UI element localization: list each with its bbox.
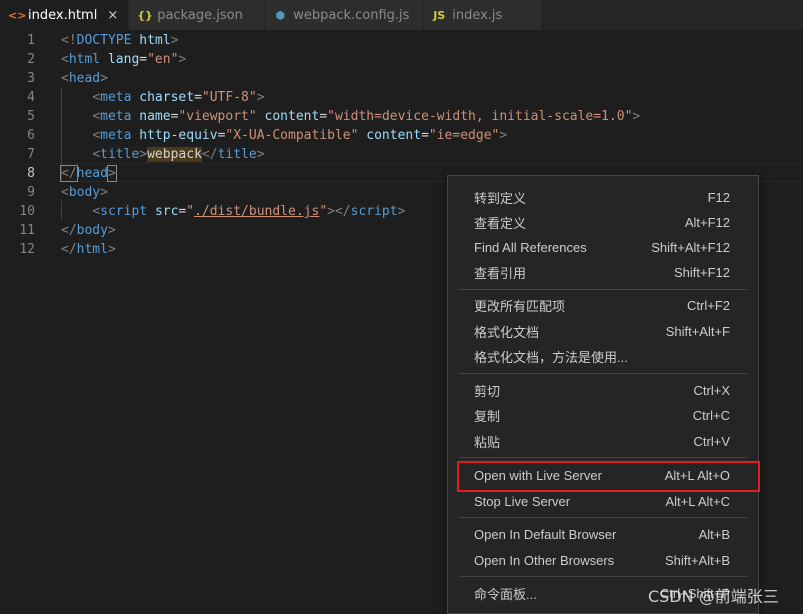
code-text[interactable]: <head> — [61, 69, 108, 88]
tab-label: index.html — [28, 7, 98, 23]
line-number: 7 — [27, 147, 35, 162]
code-text[interactable]: </head> — [60, 164, 117, 183]
code-text[interactable]: </html> — [61, 240, 116, 259]
close-icon[interactable]: × — [107, 8, 118, 23]
line-number: 9 — [27, 185, 35, 200]
html-file-icon: <> — [8, 8, 27, 22]
code-line: 2 <html lang="en"> — [0, 50, 803, 69]
code-text[interactable]: <script src="./dist/bundle.js"></script> — [61, 202, 405, 221]
tab-index-js[interactable]: JS index.js — [424, 0, 543, 30]
code-line: 1 <!DOCTYPE html> — [0, 31, 803, 50]
webpack-file-icon: ⬢ — [275, 8, 286, 22]
line-number: 5 — [27, 109, 35, 124]
tab-webpack-config[interactable]: ⬢ webpack.config.js — [265, 0, 425, 30]
menu-item-cut[interactable]: 剪切 Ctrl+X — [448, 378, 758, 402]
menu-separator — [459, 373, 747, 374]
code-text[interactable]: <meta charset="UTF-8"> — [61, 88, 264, 107]
code-text[interactable]: <meta http-equiv="X-UA-Compatible" conte… — [61, 126, 507, 145]
json-file-icon: {} — [137, 8, 153, 22]
code-line: 6 <meta http-equiv="X-UA-Compatible" con… — [0, 126, 803, 145]
menu-item-peek-definition[interactable]: 查看定义 Alt+F12 — [448, 210, 758, 234]
line-number: 2 — [27, 52, 35, 67]
menu-item-open-default-browser[interactable]: Open In Default Browser Alt+B — [448, 522, 758, 546]
menu-separator — [459, 517, 747, 518]
tab-label: package.json — [157, 7, 243, 23]
code-line: 3 <head> — [0, 69, 803, 88]
line-number: 12 — [19, 242, 35, 257]
code-line: 5 <meta name="viewport" content="width=d… — [0, 107, 803, 126]
line-number: 6 — [27, 128, 35, 143]
menu-separator — [459, 457, 747, 458]
menu-separator — [459, 289, 747, 290]
menu-item-copy[interactable]: 复制 Ctrl+C — [448, 403, 758, 427]
watermark: CSDN @前端张三 — [648, 587, 779, 606]
tab-package-json[interactable]: {} package.json — [129, 0, 266, 30]
line-number: 1 — [27, 33, 35, 48]
js-file-icon: JS — [433, 8, 446, 22]
code-text[interactable]: <!DOCTYPE html> — [61, 31, 178, 50]
code-text[interactable]: <html lang="en"> — [61, 50, 186, 69]
editor-tab-bar: <> index.html × {} package.json ⬢ webpac… — [0, 0, 803, 30]
menu-item-format-document-with[interactable]: 格式化文档，方法是使用... — [448, 344, 758, 368]
menu-item-change-all-occurrences[interactable]: 更改所有匹配项 Ctrl+F2 — [448, 293, 758, 317]
file-link[interactable]: ./dist/bundle.js — [194, 204, 319, 219]
menu-item-open-other-browsers[interactable]: Open In Other Browsers Shift+Alt+B — [448, 548, 758, 572]
code-line: 4 <meta charset="UTF-8"> — [0, 88, 803, 107]
line-number: 10 — [19, 204, 35, 219]
line-number: 11 — [19, 223, 35, 238]
code-line: 7 <title>webpack</title> — [0, 145, 803, 164]
menu-item-stop-live-server[interactable]: Stop Live Server Alt+L Alt+C — [448, 489, 758, 513]
line-number: 4 — [27, 90, 35, 105]
code-text[interactable]: <meta name="viewport" content="width=dev… — [61, 107, 640, 126]
menu-item-paste[interactable]: 粘贴 Ctrl+V — [448, 429, 758, 453]
menu-item-format-document[interactable]: 格式化文档 Shift+Alt+F — [448, 319, 758, 343]
code-text[interactable]: <title>webpack</title> — [61, 145, 265, 164]
menu-item-peek-references[interactable]: 查看引用 Shift+F12 — [448, 260, 758, 284]
menu-separator — [459, 576, 747, 577]
tab-label: webpack.config.js — [293, 7, 410, 23]
menu-item-find-all-references[interactable]: Find All References Shift+Alt+F12 — [448, 235, 758, 259]
line-number: 3 — [27, 71, 35, 86]
line-number: 8 — [27, 166, 35, 181]
tab-index-html[interactable]: <> index.html × — [0, 0, 130, 30]
menu-item-open-with-live-server[interactable]: Open with Live Server Alt+L Alt+O — [448, 463, 758, 487]
context-menu: 转到定义 F12 查看定义 Alt+F12 Find All References S… — [447, 175, 760, 614]
code-text[interactable]: <body> — [61, 183, 108, 202]
code-text[interactable]: </body> — [61, 221, 116, 240]
tab-label: index.js — [452, 7, 503, 23]
menu-item-go-to-definition[interactable]: 转到定义 F12 — [448, 185, 758, 209]
